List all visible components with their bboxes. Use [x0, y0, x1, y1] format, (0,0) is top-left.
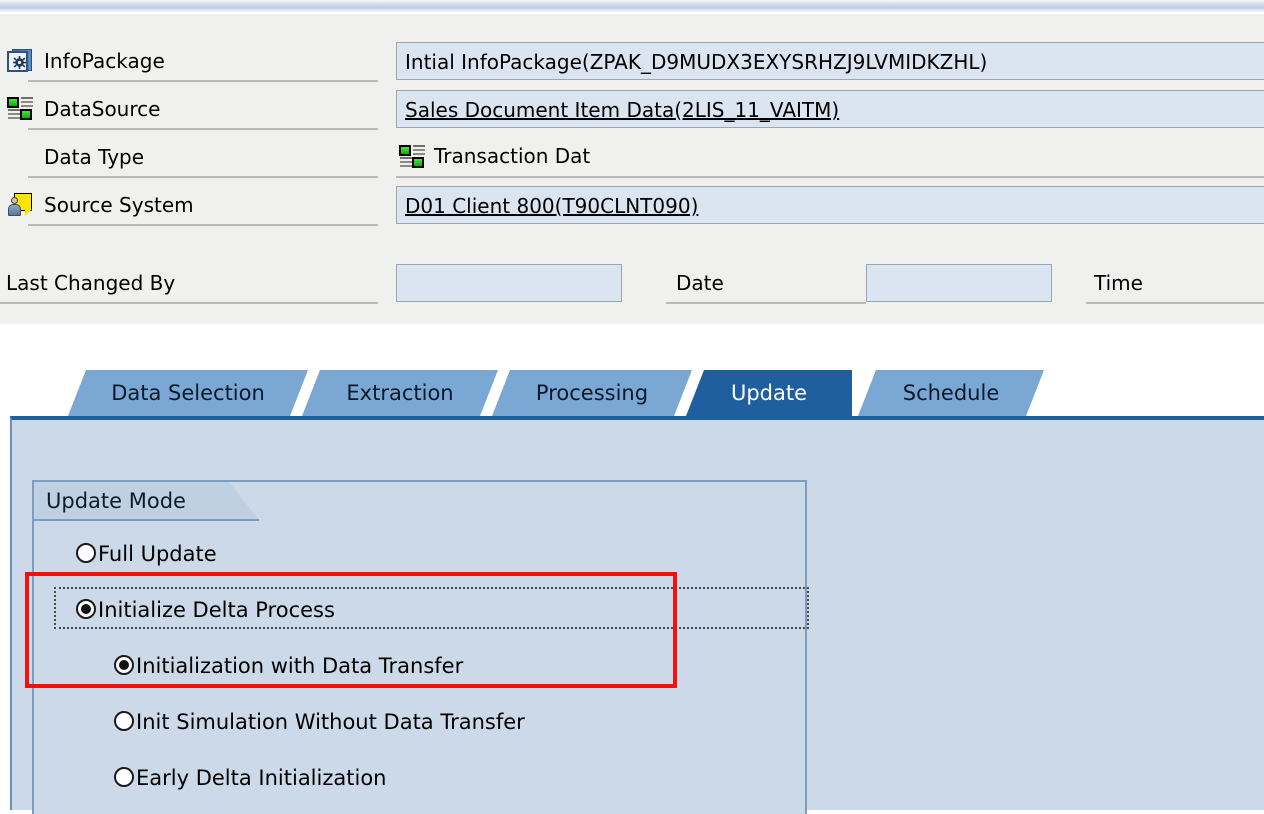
label-datasource: DataSource	[44, 97, 161, 121]
source-system-value-link[interactable]: D01 Client 800(T90CLNT090)	[405, 191, 698, 221]
data-type-underline	[396, 176, 1264, 178]
label-underline-infopackage	[28, 80, 378, 82]
label-infopackage: InfoPackage	[44, 49, 165, 73]
annotation-highlight-rectangle	[25, 572, 677, 688]
radio-init-simulation-without-data-transfer[interactable]: Init Simulation Without Data Transfer	[114, 702, 634, 742]
tab-update[interactable]: Update	[686, 370, 852, 416]
radio-full-update[interactable]: Full Update	[76, 534, 496, 574]
radio-full-update-label: Full Update	[98, 542, 217, 566]
label-underline-datasource	[28, 128, 378, 130]
infopackage-icon	[6, 47, 34, 75]
tab-bar: Data Selection Extraction Processing Upd…	[0, 370, 1264, 416]
datasource-value-field[interactable]: Sales Document Item Data(2LIS_11_VAITM)	[396, 90, 1264, 128]
date-input[interactable]	[866, 264, 1052, 302]
data-type-value: Transaction Dat	[434, 144, 591, 168]
form-row-datasource: DataSource Sales Document Item Data(2LIS…	[0, 88, 1264, 132]
tab-update-label: Update	[730, 381, 808, 405]
label-underline-data-type	[28, 176, 378, 178]
datasource-icon	[6, 95, 34, 123]
label-underline-source-system	[28, 224, 378, 226]
tab-processing-label: Processing	[535, 381, 649, 405]
infopackage-header-form: InfoPackage Intial InfoPackage(ZPAK_D9MU…	[0, 14, 1264, 324]
last-changed-by-input[interactable]	[396, 264, 622, 302]
tab-schedule-label: Schedule	[902, 381, 1000, 405]
label-underline-date	[666, 302, 866, 304]
radio-init-simulation-without-data-transfer-control[interactable]	[114, 711, 134, 731]
label-time: Time	[1094, 271, 1143, 295]
label-date: Date	[676, 271, 724, 295]
tab-processing[interactable]: Processing	[492, 370, 692, 416]
transaction-data-icon	[398, 143, 426, 171]
label-underline-last-changed-by	[0, 302, 378, 304]
radio-full-update-control[interactable]	[76, 543, 96, 563]
radio-early-delta-initialization-control[interactable]	[114, 767, 134, 787]
label-last-changed-by: Last Changed By	[6, 271, 176, 295]
tab-data-selection-label: Data Selection	[111, 381, 265, 405]
radio-early-delta-initialization[interactable]: Early Delta Initialization	[114, 758, 574, 798]
update-mode-group-title-edge	[34, 519, 259, 521]
tab-extraction[interactable]: Extraction	[302, 370, 498, 416]
label-data-type: Data Type	[44, 145, 145, 169]
radio-init-simulation-without-data-transfer-label: Init Simulation Without Data Transfer	[136, 710, 525, 734]
window-title-strip	[0, 0, 1264, 12]
source-system-icon	[6, 191, 34, 219]
form-row-source-system: Source System D01 Client 800(T90CLNT090)	[0, 184, 1264, 228]
tab-schedule[interactable]: Schedule	[858, 370, 1044, 416]
infopackage-value-field[interactable]: Intial InfoPackage(ZPAK_D9MUDX3EXYSRHZJ9…	[396, 42, 1264, 80]
source-system-value-field[interactable]: D01 Client 800(T90CLNT090)	[396, 186, 1264, 224]
tab-data-selection[interactable]: Data Selection	[68, 370, 308, 416]
tab-extraction-label: Extraction	[346, 381, 454, 405]
radio-early-delta-initialization-label: Early Delta Initialization	[136, 766, 387, 790]
form-row-data-type: Data Type Transaction Dat	[0, 136, 1264, 180]
infopackage-value-text: Intial InfoPackage(ZPAK_D9MUDX3EXYSRHZJ9…	[405, 50, 988, 74]
label-underline-time	[1086, 302, 1264, 304]
datasource-value-link[interactable]: Sales Document Item Data(2LIS_11_VAITM)	[405, 95, 839, 125]
form-row-last-changed: Last Changed By Date Time	[0, 262, 1264, 306]
update-mode-group-title: Update Mode	[46, 489, 186, 513]
label-source-system: Source System	[44, 193, 194, 217]
form-row-infopackage: InfoPackage Intial InfoPackage(ZPAK_D9MU…	[0, 40, 1264, 84]
